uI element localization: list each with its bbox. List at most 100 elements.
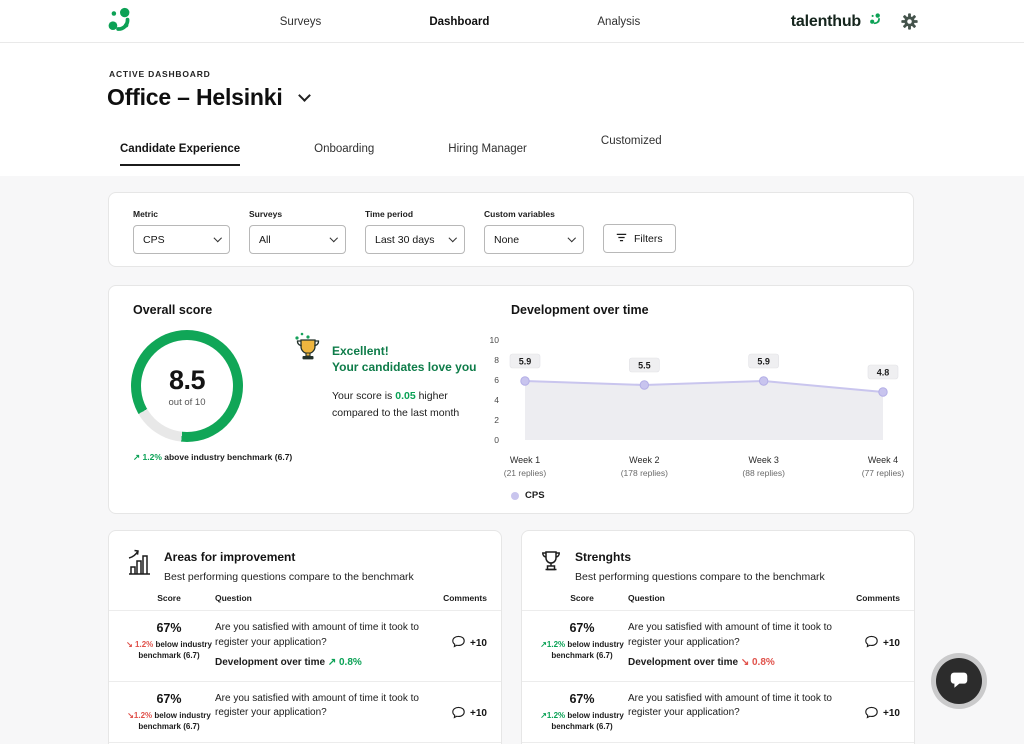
comments-value: +10: [883, 638, 900, 649]
detail-prefix: Your score is: [332, 390, 395, 402]
score-value: 67%: [536, 692, 628, 706]
brand-logo-icon: [868, 12, 883, 32]
table-header: Score Question Comments: [522, 593, 914, 611]
svg-text:10: 10: [490, 335, 500, 345]
score-headline: Excellent! Your candidates love you: [332, 343, 476, 375]
comment-bubble-icon: [451, 705, 466, 723]
metric-select[interactable]: CPS: [133, 225, 230, 254]
score-gauge-inner: 8.5 out of 10: [141, 340, 233, 432]
delta-pct: 1.2%: [135, 640, 153, 649]
card-head-text: Strenghts Best performing questions comp…: [575, 546, 825, 583]
navbar-right: talenthub: [791, 0, 918, 43]
card-subtitle: Best performing questions compare to the…: [164, 571, 414, 583]
chevron-down-icon: [213, 234, 221, 242]
svg-text:Week 1: Week 1: [510, 455, 540, 465]
page-title: Office – Helsinki: [107, 84, 283, 111]
column-comments: Comments: [838, 593, 900, 603]
question-cell: Are you satisfied with amount of time it…: [215, 621, 425, 671]
nav-surveys[interactable]: Surveys: [280, 16, 322, 28]
benchmark-line2: benchmark (6.7): [536, 650, 628, 661]
score-detail: Your score is 0.05 higher compared to th…: [332, 388, 484, 421]
comments-count[interactable]: +10: [425, 634, 487, 652]
development-chart-title: Development over time: [511, 303, 649, 317]
score-gauge: 8.5 out of 10: [131, 330, 243, 442]
svg-text:5.9: 5.9: [757, 357, 770, 367]
table-header: Score Question Comments: [109, 593, 501, 611]
svg-text:(88 replies): (88 replies): [742, 468, 785, 478]
dev-label: Development over time: [628, 657, 738, 668]
score-benchmark: ↘ 1.2% below industry benchmark (6.7): [123, 639, 215, 661]
column-score: Score: [536, 593, 628, 603]
svg-text:8: 8: [494, 355, 499, 365]
trend-up-icon: ↗: [540, 711, 547, 720]
benchmark-delta: 1.2%: [143, 452, 162, 462]
benchmark-line1: below industry: [153, 640, 212, 649]
card-head-text: Areas for improvement Best performing qu…: [164, 546, 414, 583]
score-benchmark: ↗1.2% below industry benchmark (6.7): [536, 639, 628, 661]
benchmark-line2: benchmark (6.7): [123, 650, 215, 661]
chevron-down-icon: [329, 234, 337, 242]
bar-chart-arrow-icon: [125, 548, 153, 583]
metric-field: Metric CPS: [133, 209, 230, 254]
nav-dashboard[interactable]: Dashboard: [429, 16, 489, 28]
headline-line1: Excellent!: [332, 343, 476, 359]
comments-value: +10: [470, 708, 487, 719]
dashboard-title-row: Office – Helsinki: [107, 84, 309, 111]
chevron-down-icon[interactable]: [298, 89, 311, 102]
svg-text:Week 3: Week 3: [748, 455, 778, 465]
time-period-select[interactable]: Last 30 days: [365, 225, 465, 254]
filter-bar: Metric CPS Surveys All Time period Last …: [108, 192, 914, 267]
surveys-select[interactable]: All: [249, 225, 346, 254]
comments-count[interactable]: +10: [838, 705, 900, 723]
question-cell: Are you satisfied with amount of time it…: [215, 692, 425, 721]
question-text: Are you satisfied with amount of time it…: [215, 693, 419, 719]
nav-analysis[interactable]: Analysis: [597, 16, 640, 28]
settings-gear-icon[interactable]: [901, 13, 918, 30]
card-title: Strenghts: [575, 550, 825, 564]
brand-wordmark: talenthub: [791, 13, 861, 31]
filters-button[interactable]: Filters: [603, 224, 676, 253]
custom-variables-select[interactable]: None: [484, 225, 584, 254]
score-cell: 67% ↘1.2% below industry benchmark (6.7): [123, 692, 215, 732]
score-cell: 67% ↗1.2% below industry benchmark (6.7): [536, 692, 628, 732]
svg-text:4.8: 4.8: [877, 368, 890, 378]
svg-text:4: 4: [494, 395, 499, 405]
question-cell: Are you satisfied with amount of time it…: [628, 692, 838, 721]
table-row: 67% ↗1.2% below industry benchmark (6.7)…: [522, 611, 914, 682]
trend-up-icon: ↗: [133, 452, 140, 462]
custom-variables-select-value: None: [494, 234, 519, 246]
tab-candidate-experience[interactable]: Candidate Experience: [120, 143, 240, 166]
trophy-icon: [292, 330, 324, 367]
filters-button-label: Filters: [634, 233, 663, 245]
score-benchmark: ↗1.2% below industry benchmark (6.7): [536, 710, 628, 732]
score-out-of: out of 10: [169, 397, 206, 408]
table-row: 67% ↘1.2% below industry benchmark (6.7)…: [109, 682, 501, 743]
question-cell: Are you satisfied with amount of time it…: [628, 621, 838, 671]
svg-text:Week 2: Week 2: [629, 455, 659, 465]
chevron-down-icon: [567, 234, 575, 242]
dev-label: Development over time: [215, 657, 325, 668]
content-area: Metric CPS Surveys All Time period Last …: [0, 176, 1024, 744]
surveys-label: Surveys: [249, 209, 346, 219]
headline-line2: Your candidates love you: [332, 359, 476, 375]
column-question: Question: [628, 593, 838, 603]
svg-text:(178 replies): (178 replies): [621, 468, 668, 478]
active-dashboard-label: ACTIVE DASHBOARD: [109, 69, 211, 79]
filter-lines-icon: [616, 232, 627, 246]
trend-down-icon: ↘: [126, 640, 133, 649]
trend-down-icon: ↘: [741, 657, 749, 668]
tab-customized[interactable]: Customized: [601, 135, 662, 158]
column-score: Score: [123, 593, 215, 603]
chat-launcher-button[interactable]: [936, 658, 982, 704]
custom-variables-label: Custom variables: [484, 209, 584, 219]
tab-hiring-manager[interactable]: Hiring Manager: [448, 143, 527, 166]
comments-count[interactable]: +10: [838, 634, 900, 652]
tab-onboarding[interactable]: Onboarding: [314, 143, 374, 166]
comments-count[interactable]: +10: [425, 705, 487, 723]
trend-up-icon: ↗: [540, 640, 547, 649]
benchmark-line2: benchmark (6.7): [536, 721, 628, 732]
strengths-card: Strenghts Best performing questions comp…: [521, 530, 915, 744]
trend-down-icon: ↘: [127, 711, 134, 720]
score-value: 67%: [123, 621, 215, 635]
chart-legend: CPS: [511, 490, 545, 501]
